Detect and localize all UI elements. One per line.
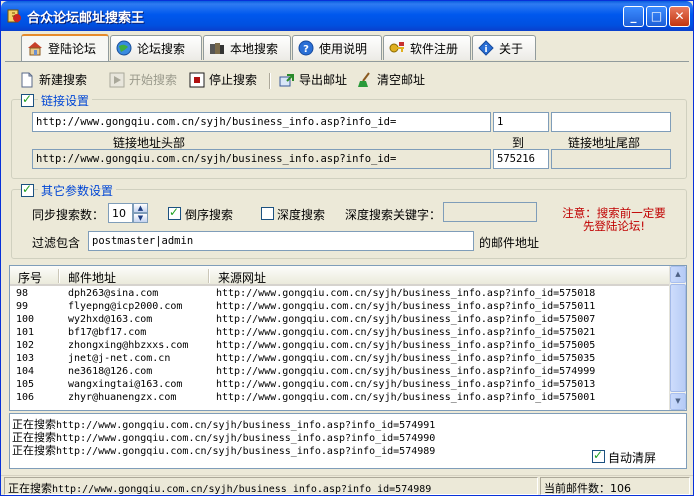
main-window: 合众论坛邮址搜索王 _ □ ✕ 登陆论坛 论坛搜索 本地搜索 ? 使用说明 软件… xyxy=(0,0,694,496)
start-number-input[interactable]: 1 xyxy=(493,112,549,132)
tab-label: 软件注册 xyxy=(410,42,459,56)
svg-text:i: i xyxy=(484,45,487,55)
column-id[interactable]: 序号 xyxy=(18,269,42,286)
status-bar: 正在搜索http://www.gongqiu.com.cn/syjh/busin… xyxy=(1,475,693,495)
new-document-icon xyxy=(21,72,33,88)
tab-login[interactable]: 登陆论坛 xyxy=(21,34,109,61)
tab-about[interactable]: i 关于 xyxy=(472,35,536,60)
tab-help[interactable]: ? 使用说明 xyxy=(292,35,382,60)
column-source-url[interactable]: 来源网址 xyxy=(218,269,266,286)
reverse-search-label: 倒序搜索 xyxy=(185,208,234,222)
table-row[interactable]: 102 zhongxing@hbzxxs.com http://www.gongqi… xyxy=(10,339,670,352)
window-title: 合众论坛邮址搜索王 xyxy=(27,11,145,26)
key-icon xyxy=(389,42,404,53)
table-row[interactable]: 98 dph263@sina.com http://www.gongqiu.com.… xyxy=(10,287,670,300)
maximize-button[interactable]: □ xyxy=(646,6,667,27)
title-bar[interactable]: 合众论坛邮址搜索王 _ □ ✕ xyxy=(1,1,693,31)
tab-label: 登陆论坛 xyxy=(48,42,97,56)
auto-clear-label: 自动清屏 xyxy=(608,451,657,465)
table-row[interactable]: 99 flyepng@icp2000.com http://www.gongqiu.… xyxy=(10,300,670,313)
table-row[interactable]: 100 wy2hxd@163.com http://www.gongqiu.com.… xyxy=(10,313,670,326)
tab-panel-border xyxy=(5,61,689,62)
login-warning: 注意：搜索前一定要 先登陆论坛! xyxy=(562,206,666,233)
stop-search-button[interactable]: 停止搜索 xyxy=(189,71,257,91)
tab-label: 本地搜索 xyxy=(230,42,279,56)
link-header-input[interactable]: http://www.gongqiu.com.cn/syjh/business_… xyxy=(32,112,491,132)
log-line: 正在搜索http://www.gongqiu.com.cn/syjh/busin… xyxy=(12,444,436,457)
sync-count-spinner[interactable]: ▲ ▼ xyxy=(133,203,148,223)
results-scrollbar[interactable]: ▲ ▼ xyxy=(669,266,686,410)
other-settings-title: 其它参数设置 xyxy=(38,182,117,199)
depth-search-label: 深度搜索 xyxy=(277,208,326,222)
depth-search-checkbox[interactable] xyxy=(261,207,274,220)
export-icon xyxy=(279,74,294,87)
filter-input[interactable]: postmaster|admin xyxy=(88,231,474,251)
toolbar-separator xyxy=(269,73,271,89)
clear-button[interactable]: 清空邮址 xyxy=(357,71,425,91)
globe-icon xyxy=(116,40,132,56)
play-icon xyxy=(109,72,125,88)
auto-clear-checkbox[interactable] xyxy=(592,448,605,463)
results-list[interactable]: 序号 邮件地址 来源网址 98 dph263@sina.com http://www… xyxy=(9,265,687,411)
column-email[interactable]: 邮件地址 xyxy=(68,269,116,286)
status-email-count: 当前邮件数：106 xyxy=(540,477,690,495)
house-icon xyxy=(28,42,42,56)
broom-icon xyxy=(358,72,370,87)
tab-register[interactable]: 软件注册 xyxy=(383,35,471,60)
stop-icon xyxy=(189,72,205,88)
filter-suffix-label: 的邮件地址 xyxy=(479,236,540,250)
link-header-preview: http://www.gongqiu.com.cn/syjh/business_… xyxy=(32,149,491,169)
depth-keyword-input[interactable] xyxy=(443,202,537,222)
table-row[interactable]: 106 zhyr@huanengzx.com http://www.gongqiu.… xyxy=(10,391,670,404)
sync-count-input[interactable]: 10 xyxy=(108,203,133,223)
tab-label: 使用说明 xyxy=(319,42,368,56)
tab-forum-search[interactable]: 论坛搜索 xyxy=(110,35,202,60)
scroll-up-icon[interactable]: ▲ xyxy=(670,266,686,283)
start-search-button[interactable]: 开始搜索 xyxy=(109,71,177,91)
column-divider[interactable] xyxy=(208,269,210,283)
app-icon xyxy=(7,9,21,23)
tab-label: 论坛搜索 xyxy=(137,42,186,56)
reverse-search-checkbox[interactable] xyxy=(168,205,181,220)
link-settings-title: 链接设置 xyxy=(38,92,93,109)
filter-label: 过滤包含 xyxy=(32,236,81,250)
help-icon: ? xyxy=(298,40,314,56)
depth-keyword-label: 深度搜索关键字： xyxy=(345,208,442,222)
link-settings-checkbox[interactable] xyxy=(21,92,34,107)
spin-up-icon[interactable]: ▲ xyxy=(133,203,148,213)
table-row[interactable]: 105 wangxingtai@163.com http://www.gongqiu… xyxy=(10,378,670,391)
spin-down-icon[interactable]: ▼ xyxy=(133,213,148,223)
tab-label: 关于 xyxy=(499,42,524,56)
end-number-input[interactable]: 575216 xyxy=(493,149,549,169)
other-settings-checkbox[interactable] xyxy=(21,182,34,197)
sync-count-label: 同步搜索数： xyxy=(32,208,105,222)
results-rows: 98 dph263@sina.com http://www.gongqiu.com.… xyxy=(10,287,670,404)
results-header: 序号 邮件地址 来源网址 xyxy=(10,266,670,286)
tab-local-search[interactable]: 本地搜索 xyxy=(203,35,291,60)
export-button[interactable]: 导出邮址 xyxy=(279,71,347,91)
minimize-button[interactable]: _ xyxy=(623,6,644,27)
books-icon xyxy=(210,43,224,54)
svg-text:?: ? xyxy=(303,44,309,55)
search-log[interactable]: 正在搜索http://www.gongqiu.com.cn/syjh/busin… xyxy=(9,413,687,469)
toolbar: 新建搜索 开始搜索 停止搜索 导出邮址 清空邮址 xyxy=(17,71,677,91)
scroll-down-icon[interactable]: ▼ xyxy=(670,393,686,410)
table-row[interactable]: 101 bf17@bf17.com http://www.gongqiu.com.c… xyxy=(10,326,670,339)
column-divider[interactable] xyxy=(58,269,60,283)
link-tail-preview xyxy=(551,149,671,169)
info-icon: i xyxy=(478,40,494,56)
table-row[interactable]: 103 jnet@j-net.com.cn http://www.gongqiu.c… xyxy=(10,352,670,365)
new-search-button[interactable]: 新建搜索 xyxy=(19,71,87,91)
scroll-thumb[interactable] xyxy=(670,284,686,392)
link-tail-input[interactable] xyxy=(551,112,671,132)
tab-bar: 登陆论坛 论坛搜索 本地搜索 ? 使用说明 软件注册 i 关于 xyxy=(9,34,689,61)
close-button[interactable]: ✕ xyxy=(669,6,690,27)
status-current-url: 正在搜索http://www.gongqiu.com.cn/syjh/busin… xyxy=(4,477,538,495)
table-row[interactable]: 104 ne3618@126.com http://www.gongqiu.com.… xyxy=(10,365,670,378)
